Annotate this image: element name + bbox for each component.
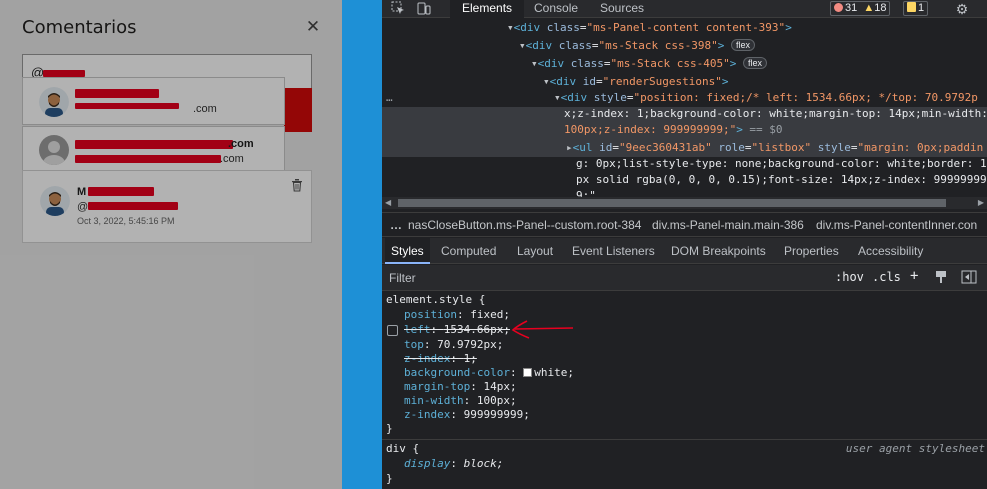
breadcrumb-item[interactable]: nasCloseButton.ms-Panel--custom.root-384 [408, 218, 641, 232]
dom-node-style-end: 100px;z-index: 999999999;"> == $0 [564, 123, 783, 136]
dom-node-style-wrap: g: 0px;list-style-type: none;background-… [576, 157, 987, 170]
rule-close-brace: } [386, 472, 393, 485]
style-property[interactable]: background-color: white; [404, 366, 574, 380]
paint-icon[interactable] [934, 270, 948, 287]
user-avatar-icon [40, 186, 70, 216]
devtools-panel: Elements Console Sources 31 ▲18 1 ⚙ ▾<di… [382, 0, 987, 489]
style-property[interactable]: min-width: 100px; [404, 394, 517, 408]
tab-elements[interactable]: Elements [450, 0, 525, 18]
cls-toggle[interactable]: .cls [872, 270, 901, 284]
inspect-icon[interactable] [390, 1, 406, 17]
panel-title: Comentarios [22, 17, 137, 38]
style-property[interactable]: margin-top: 14px; [404, 380, 517, 394]
web-page: Comentarios ✕ @ .com .com .com M @ Oct 3… [0, 0, 342, 489]
comment-mention-prefix: @ [77, 201, 89, 213]
dom-node-selected-line[interactable]: ▾<div style="position: fixed;/* left: 15… [554, 90, 978, 106]
dom-node-style-wrap: px solid rgba(0, 0, 0, 0.15);font-size: … [576, 173, 987, 186]
redaction-mark [75, 155, 221, 163]
styles-filter-bar: Filter :hov .cls + [382, 265, 987, 291]
desktop-background [342, 0, 382, 489]
issues-count: 1 [918, 2, 925, 14]
dom-node-style-wrap: 9;" [576, 189, 596, 197]
suggestion-item[interactable]: .com [22, 77, 285, 125]
suggestion-item[interactable]: .com .com [22, 126, 285, 174]
color-swatch-icon[interactable] [523, 368, 533, 377]
property-checkbox[interactable] [387, 325, 398, 336]
new-rule-icon[interactable]: + [910, 268, 918, 284]
redaction-mark [88, 202, 178, 210]
redaction-mark [43, 70, 85, 77]
error-count-badge[interactable]: 31 ▲18 [830, 1, 891, 16]
style-property[interactable]: top: 70.9792px; [404, 338, 503, 352]
redaction-mark [75, 103, 179, 109]
dom-node[interactable]: ▾<div id="renderSugestions"> [543, 74, 728, 90]
scroll-right-icon[interactable]: ▶ [978, 198, 984, 207]
error-icon [834, 3, 843, 12]
tab-styles[interactable]: Styles [385, 238, 430, 264]
style-property[interactable]: position: fixed; [404, 308, 510, 322]
horizontal-scrollbar[interactable]: ◀ ▶ [382, 197, 987, 209]
suggestion-email-tail: .com [193, 103, 217, 115]
tab-event-listeners[interactable]: Event Listeners [566, 238, 661, 264]
styles-pane: element.style { position: fixed; left: 1… [382, 292, 987, 489]
hov-toggle[interactable]: :hov [835, 270, 864, 284]
tab-console[interactable]: Console [522, 0, 590, 18]
devtools-toolbar: Elements Console Sources 31 ▲18 1 ⚙ [382, 0, 987, 18]
issue-icon [907, 2, 916, 12]
warning-icon: ▲ [863, 2, 875, 14]
breadcrumb-item[interactable]: div.ms-Panel-main.main-386 [652, 218, 804, 232]
rule-close-brace: } [386, 422, 393, 435]
redaction-mark [88, 187, 154, 196]
tab-dom-breakpoints[interactable]: DOM Breakpoints [665, 238, 772, 264]
style-property[interactable]: display: block; [404, 457, 503, 471]
flex-badge[interactable]: flex [730, 39, 755, 51]
rule-selector[interactable]: div { [386, 442, 419, 456]
style-property[interactable]: z-index: 999999999; [404, 408, 530, 422]
comment-author-initial: M [77, 186, 87, 198]
flex-badge[interactable]: flex [742, 57, 767, 69]
style-property-disabled[interactable]: left: 1534.66px; [404, 323, 510, 337]
dom-node[interactable]: ▾<div class="ms-Panel-content content-39… [507, 20, 792, 36]
suggestion-name-tail: .com [228, 138, 254, 150]
suggestion-email-tail: .com [220, 153, 244, 165]
error-count: 31 [845, 2, 858, 14]
rule-divider [382, 439, 987, 440]
comment-date: Oct 3, 2022, 5:45:16 PM [77, 216, 175, 226]
tab-computed[interactable]: Computed [435, 238, 502, 264]
more-options-icon[interactable]: … [386, 90, 393, 106]
breadcrumb: … nasCloseButton.ms-Panel--custom.root-3… [382, 212, 987, 237]
filter-input[interactable]: Filter [389, 271, 416, 285]
scroll-left-icon[interactable]: ◀ [385, 198, 391, 207]
user-avatar-icon [39, 87, 69, 117]
default-avatar-icon [39, 135, 69, 165]
annotation-arrow-icon [511, 320, 574, 339]
scrollbar-thumb[interactable] [398, 199, 946, 207]
gear-icon[interactable]: ⚙ [954, 1, 970, 17]
dom-node[interactable]: ▸<ul id="9eec360431ab" role="listbox" st… [566, 140, 983, 156]
redaction-mark [75, 89, 159, 98]
issues-badge[interactable]: 1 [903, 1, 929, 16]
device-toggle-icon[interactable] [416, 1, 432, 17]
style-property-overridden[interactable]: z-index: 1; [404, 352, 477, 366]
close-icon[interactable]: ✕ [305, 18, 321, 35]
dom-node[interactable]: ▾<div class="ms-Stack css-398"> flex [519, 38, 755, 54]
rule-source: user agent stylesheet [845, 442, 985, 455]
tab-layout[interactable]: Layout [511, 238, 559, 264]
redaction-mark [75, 140, 233, 149]
rule-selector[interactable]: element.style { [386, 293, 485, 307]
tab-properties[interactable]: Properties [778, 238, 845, 264]
toggle-sidebar-icon[interactable] [961, 270, 977, 287]
tab-accessibility[interactable]: Accessibility [852, 238, 929, 264]
comment-card: M @ Oct 3, 2022, 5:45:16 PM [22, 170, 312, 243]
post-button[interactable] [284, 88, 312, 132]
dom-node-style-wrap: x;z-index: 1;background-color: white;mar… [564, 107, 987, 120]
breadcrumb-overflow[interactable]: … [390, 218, 402, 232]
dom-node[interactable]: ▾<div class="ms-Stack css-405"> flex [531, 56, 767, 72]
tab-sources[interactable]: Sources [588, 0, 656, 18]
warning-count: 18 [874, 2, 887, 14]
breadcrumb-item[interactable]: div.ms-Panel-contentInner.con [816, 218, 977, 232]
trash-icon[interactable] [289, 177, 305, 193]
sidebar-tabs: Styles Computed Layout Event Listeners D… [382, 238, 987, 264]
dom-tree: ▾<div class="ms-Panel-content content-39… [382, 19, 987, 197]
